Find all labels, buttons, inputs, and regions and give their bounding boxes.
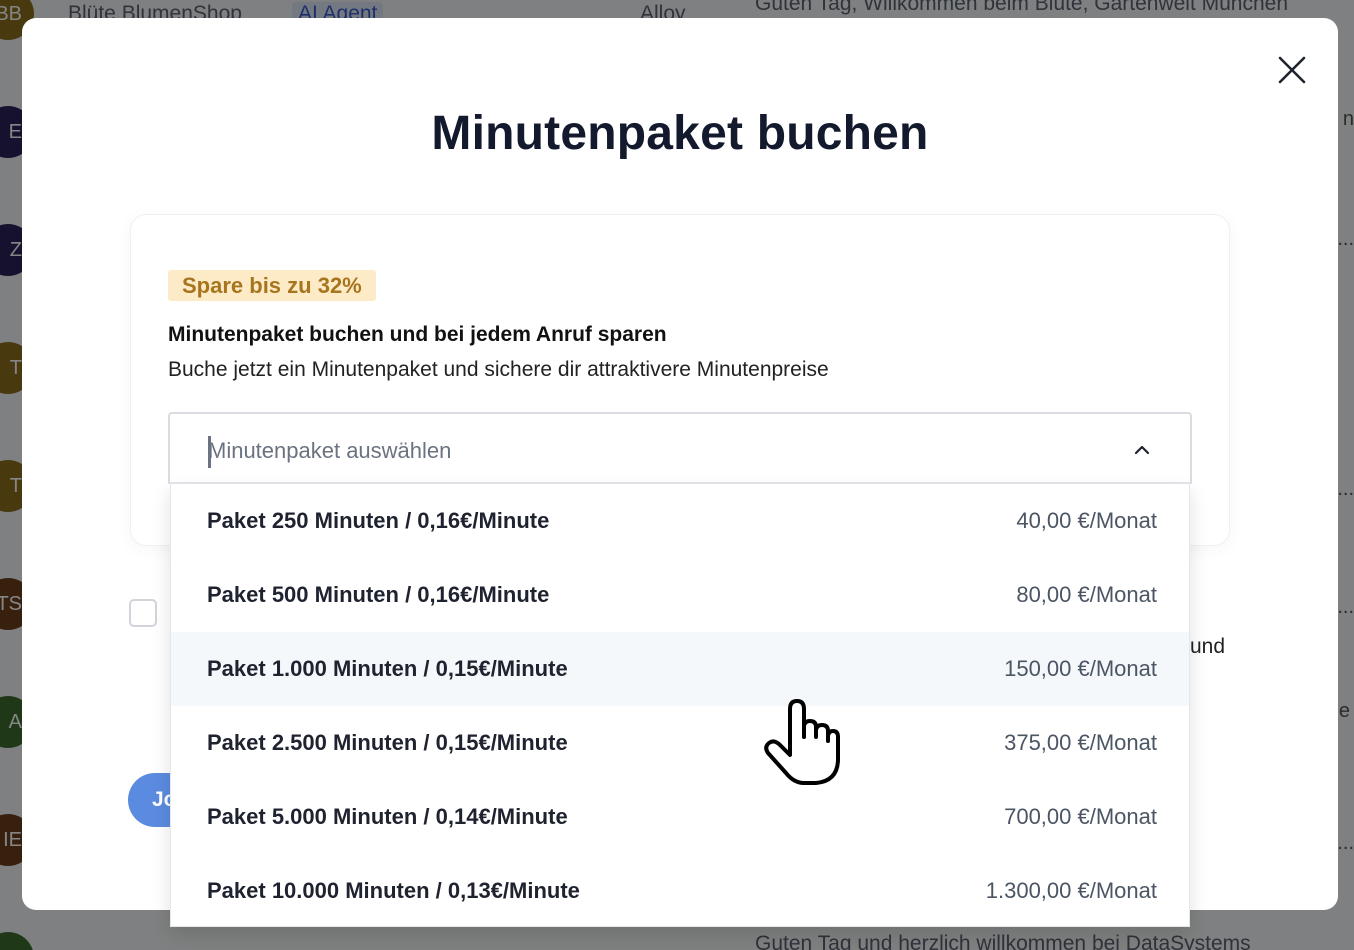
option-price: 700,00 €/Monat — [1004, 804, 1157, 829]
terms-checkbox[interactable] — [129, 599, 157, 627]
package-select[interactable]: Minutenpaket auswählen — [168, 412, 1192, 484]
savings-badge: Spare bis zu 32% — [168, 270, 376, 301]
option-package-1000[interactable]: Paket 1.000 Minuten / 0,15€/Minute 150,0… — [171, 632, 1189, 706]
option-package-2500[interactable]: Paket 2.500 Minuten / 0,15€/Minute 375,0… — [171, 706, 1189, 780]
option-package-10000[interactable]: Paket 10.000 Minuten / 0,13€/Minute 1.30… — [171, 854, 1189, 926]
option-label: Paket 2.500 Minuten / 0,15€/Minute — [207, 730, 568, 755]
option-label: Paket 10.000 Minuten / 0,13€/Minute — [207, 878, 580, 903]
terms-text-fragment: und — [1190, 635, 1226, 658]
option-price: 150,00 €/Monat — [1004, 656, 1157, 681]
option-package-500[interactable]: Paket 500 Minuten / 0,16€/Minute 80,00 €… — [171, 558, 1189, 632]
select-placeholder: Minutenpaket auswählen — [208, 438, 452, 463]
card-subtext: Buche jetzt ein Minutenpaket und sichere… — [168, 358, 829, 381]
close-icon — [1278, 56, 1306, 84]
option-label: Paket 500 Minuten / 0,16€/Minute — [207, 582, 550, 607]
chevron-up-icon — [1134, 445, 1150, 455]
option-price: 40,00 €/Monat — [1016, 508, 1157, 533]
option-price: 80,00 €/Monat — [1016, 582, 1157, 607]
card-heading: Minutenpaket buchen und bei jedem Anruf … — [168, 323, 667, 346]
modal-title: Minutenpaket buchen — [431, 107, 929, 160]
option-label: Paket 1.000 Minuten / 0,15€/Minute — [207, 656, 568, 681]
option-price: 1.300,00 €/Monat — [985, 878, 1157, 903]
option-package-5000[interactable]: Paket 5.000 Minuten / 0,14€/Minute 700,0… — [171, 780, 1189, 854]
option-label: Paket 5.000 Minuten / 0,14€/Minute — [207, 804, 568, 829]
close-button[interactable] — [1276, 54, 1308, 86]
package-dropdown-list: Paket 250 Minuten / 0,16€/Minute 40,00 €… — [170, 484, 1190, 927]
option-price: 375,00 €/Monat — [1004, 730, 1157, 755]
option-package-250[interactable]: Paket 250 Minuten / 0,16€/Minute 40,00 €… — [171, 484, 1189, 558]
option-label: Paket 250 Minuten / 0,16€/Minute — [207, 508, 550, 533]
